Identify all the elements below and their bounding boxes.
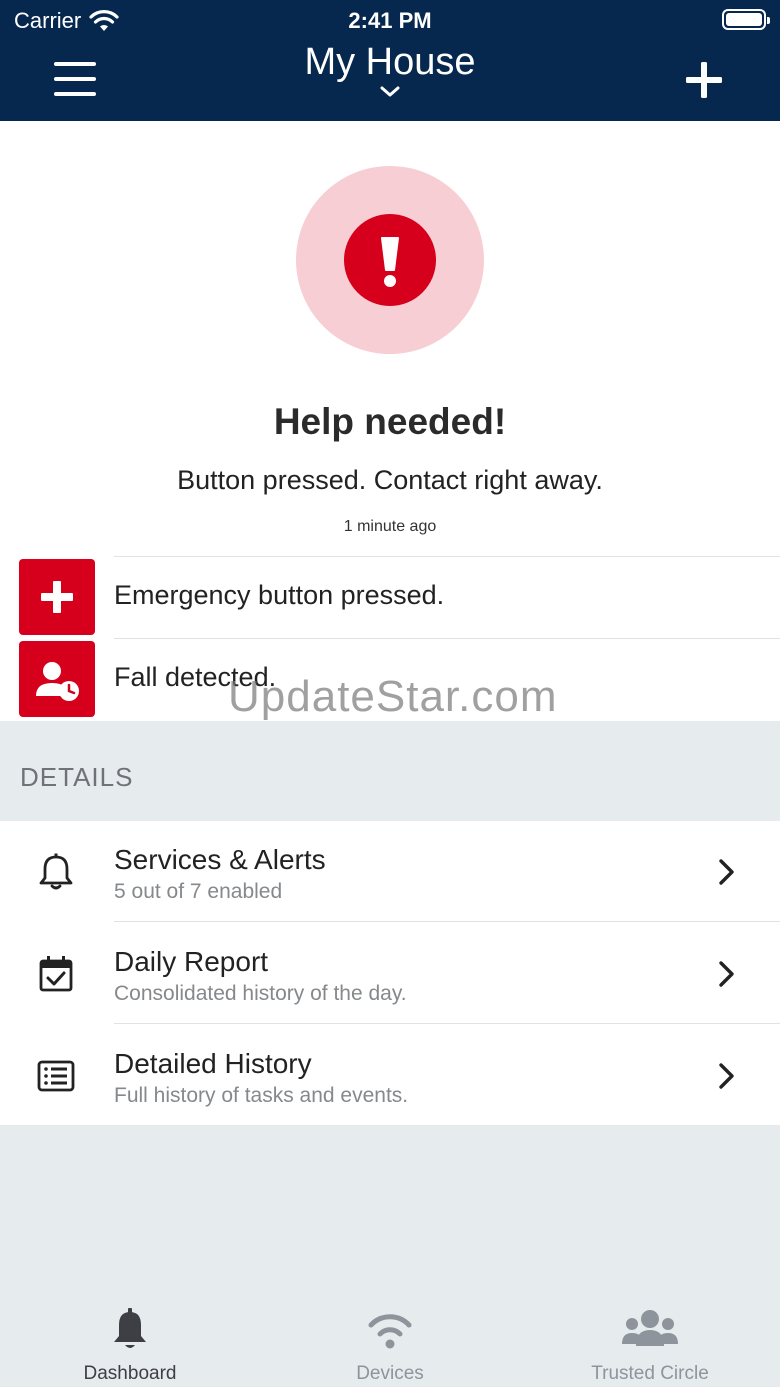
tab-label: Trusted Circle [591,1363,709,1384]
section-label: DETAILS [20,762,134,792]
divider [114,1023,780,1024]
chevron-right-icon [719,859,734,885]
divider [114,921,780,922]
wifi-icon [368,1314,412,1349]
top-bar: Carrier 2:41 PM My House [0,0,780,121]
tab-devices[interactable]: Devices [260,1290,520,1387]
list-item-daily-report[interactable]: Daily Report Consolidated history of the… [0,923,780,1024]
event-row[interactable]: Emergency button pressed. [0,556,780,638]
list-item-title: Daily Report [114,946,269,977]
event-label: Emergency button pressed. [114,580,445,610]
menu-bar [54,92,96,96]
alert-halo [296,166,484,354]
divider [114,638,780,639]
alert-subtitle: Button pressed. Contact right away. [177,465,603,495]
alert-title: Help needed! [273,401,507,442]
alert-time: 1 minute ago [343,518,437,535]
details-section-header: DETAILS [0,721,780,821]
list-icon [37,1060,75,1092]
tab-dashboard[interactable]: Dashboard [0,1290,260,1387]
chevron-right-icon [719,1063,734,1089]
chevron-down-icon [380,86,400,97]
list-item-subtitle: Full history of tasks and events. [114,1084,409,1107]
tab-label: Devices [356,1363,424,1384]
house-selector[interactable]: My House [190,41,590,98]
menu-bar [54,77,96,81]
person-clock-icon [19,641,95,717]
alert-panel: Help needed! Button pressed. Contact rig… [0,121,780,721]
calendar-check-icon [39,956,73,992]
exclamation-glyph [381,237,399,287]
exclamation-icon [344,214,436,306]
page-title: My House [304,41,476,83]
details-list: Services & Alerts 5 out of 7 enabled Dai… [0,821,780,1125]
list-item-detailed-history[interactable]: Detailed History Full history of tasks a… [0,1025,780,1126]
tab-label: Dashboard [83,1363,177,1384]
group-icon [622,1310,678,1346]
event-row[interactable]: Fall detected. [0,638,780,720]
menu-button[interactable] [54,60,96,98]
tab-trusted-circle[interactable]: Trusted Circle [520,1290,780,1387]
list-item-subtitle: Consolidated history of the day. [114,982,407,1005]
add-icon[interactable] [684,60,724,100]
list-item-services-alerts[interactable]: Services & Alerts 5 out of 7 enabled [0,821,780,922]
battery-icon [722,9,770,30]
list-item-subtitle: 5 out of 7 enabled [114,880,283,903]
medical-plus-icon [19,559,95,635]
tab-bar: Dashboard Devices Trusted Circle [0,1290,780,1387]
bell-icon [39,853,73,890]
list-item-title: Detailed History [114,1048,312,1079]
status-time: 2:41 PM [348,8,432,33]
menu-bar [54,62,96,66]
list-item-title: Services & Alerts [114,844,326,875]
divider [114,556,780,557]
event-label: Fall detected. [114,662,277,692]
chevron-right-icon [719,961,734,987]
bell-icon [114,1308,146,1348]
